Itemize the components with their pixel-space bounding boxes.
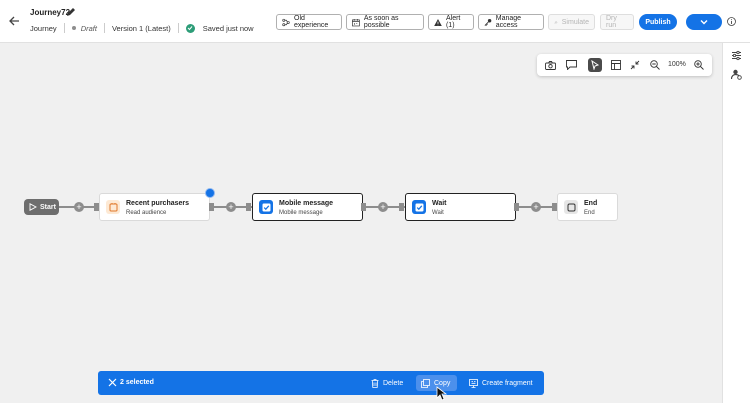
canvas-toolbar: 100%	[537, 54, 712, 76]
selection-action-bar: 2 selected Delete Copy Create fragment	[98, 371, 544, 395]
edit-pencil-icon[interactable]	[66, 7, 76, 17]
more-actions-dropdown[interactable]	[686, 14, 722, 30]
status-dot	[71, 26, 76, 30]
alert-label: Alert (1)	[445, 15, 461, 29]
manage-access-label: Manage access	[495, 15, 522, 29]
old-experience-label: Old experience	[294, 15, 329, 29]
add-activity-button[interactable]: +	[378, 202, 388, 212]
node-name: Wait	[432, 200, 447, 207]
schedule-button[interactable]: As soon as possible	[346, 14, 424, 30]
alert-triangle-icon	[434, 18, 442, 26]
calendar-icon	[352, 18, 360, 26]
start-node[interactable]: Start	[24, 199, 59, 215]
delete-button[interactable]: Delete	[366, 375, 408, 391]
play-icon	[29, 203, 37, 211]
journey-title: Journey72	[30, 8, 71, 17]
start-label: Start	[40, 203, 56, 211]
divider	[177, 23, 179, 33]
wait-icon	[412, 200, 426, 214]
publish-button[interactable]: Publish	[639, 14, 677, 30]
node-name: End	[584, 200, 598, 207]
version-label[interactable]: Version 1 (Latest)	[112, 24, 171, 33]
add-activity-button[interactable]: +	[74, 202, 84, 212]
pointer-icon	[591, 60, 600, 70]
create-fragment-button[interactable]: Create fragment	[464, 375, 538, 391]
zoom-in-button[interactable]	[692, 58, 706, 72]
manage-access-button[interactable]: Manage access	[478, 14, 544, 30]
zoom-level: 100%	[668, 61, 686, 68]
save-status: Saved just now	[202, 23, 254, 33]
node-subtitle: Read audience	[126, 210, 167, 216]
minimize-icon	[630, 60, 640, 70]
node-subtitle: Wait	[432, 210, 444, 216]
divider	[103, 23, 105, 33]
select-tool-button[interactable]	[588, 58, 602, 72]
simulate-label: Simulate	[561, 18, 589, 26]
layout-icon	[611, 60, 621, 70]
alert-button[interactable]: Alert (1)	[428, 14, 474, 30]
zoom-in-icon	[694, 60, 704, 70]
user-settings-icon[interactable]	[731, 69, 742, 80]
dry-run-label: Dry run	[606, 15, 617, 29]
comment-icon	[565, 60, 577, 70]
journey-header: Journey72 Journey Draft Version 1 (Lates…	[0, 0, 750, 43]
collapse-button[interactable]	[628, 58, 642, 72]
copy-icon	[421, 378, 430, 388]
node-port	[209, 203, 214, 211]
node-name: Recent purchasers	[126, 200, 190, 207]
node-subtitle: End	[584, 210, 595, 216]
node-name: Mobile message	[279, 200, 334, 207]
node-status-badge[interactable]	[205, 188, 215, 198]
node-recent-purchasers[interactable]: Recent purchasers Read audience	[99, 193, 210, 221]
right-rail	[722, 43, 750, 403]
properties-icon[interactable]	[731, 50, 742, 61]
selected-count: 2 selected	[120, 379, 154, 386]
simulate-icon	[554, 20, 558, 24]
node-port	[361, 203, 366, 211]
branch-icon	[282, 18, 290, 26]
mouse-cursor-icon	[436, 386, 447, 401]
node-port	[514, 203, 519, 211]
journey-meta: Journey Draft Version 1 (Latest) Saved j…	[30, 23, 254, 33]
chevron-down-icon	[700, 20, 708, 25]
info-icon[interactable]	[727, 17, 736, 26]
fit-layout-button[interactable]	[609, 58, 623, 72]
trash-icon	[371, 378, 379, 388]
status-badge: Draft	[80, 23, 97, 33]
fragment-icon	[469, 378, 478, 388]
old-experience-button[interactable]: Old experience	[276, 14, 342, 30]
screenshot-button[interactable]	[543, 58, 557, 72]
schedule-label: As soon as possible	[363, 15, 399, 29]
checkmark-icon	[185, 23, 195, 33]
journey-type: Journey	[30, 23, 57, 33]
node-port	[399, 203, 404, 211]
node-port	[246, 203, 251, 211]
add-activity-button[interactable]: +	[531, 202, 541, 212]
node-mobile-message[interactable]: Mobile message Mobile message	[252, 193, 363, 221]
create-fragment-label: Create fragment	[482, 379, 533, 387]
node-subtitle: Mobile message	[279, 210, 323, 216]
mobile-message-icon	[259, 200, 273, 214]
key-icon	[484, 18, 492, 26]
node-end[interactable]: End End	[557, 193, 618, 221]
camera-icon	[544, 60, 556, 70]
node-wait[interactable]: Wait Wait	[405, 193, 516, 221]
divider	[63, 23, 65, 33]
add-activity-button[interactable]: +	[226, 202, 236, 212]
zoom-out-button[interactable]	[648, 58, 662, 72]
close-icon[interactable]	[108, 378, 117, 387]
delete-label: Delete	[383, 379, 404, 387]
simulate-button[interactable]: Simulate	[548, 14, 595, 30]
end-icon	[564, 200, 578, 214]
zoom-out-icon	[650, 60, 660, 70]
dry-run-button[interactable]: Dry run	[600, 14, 634, 30]
audience-icon	[106, 200, 120, 214]
back-arrow-icon[interactable]	[8, 15, 20, 27]
comment-button[interactable]	[564, 58, 578, 72]
